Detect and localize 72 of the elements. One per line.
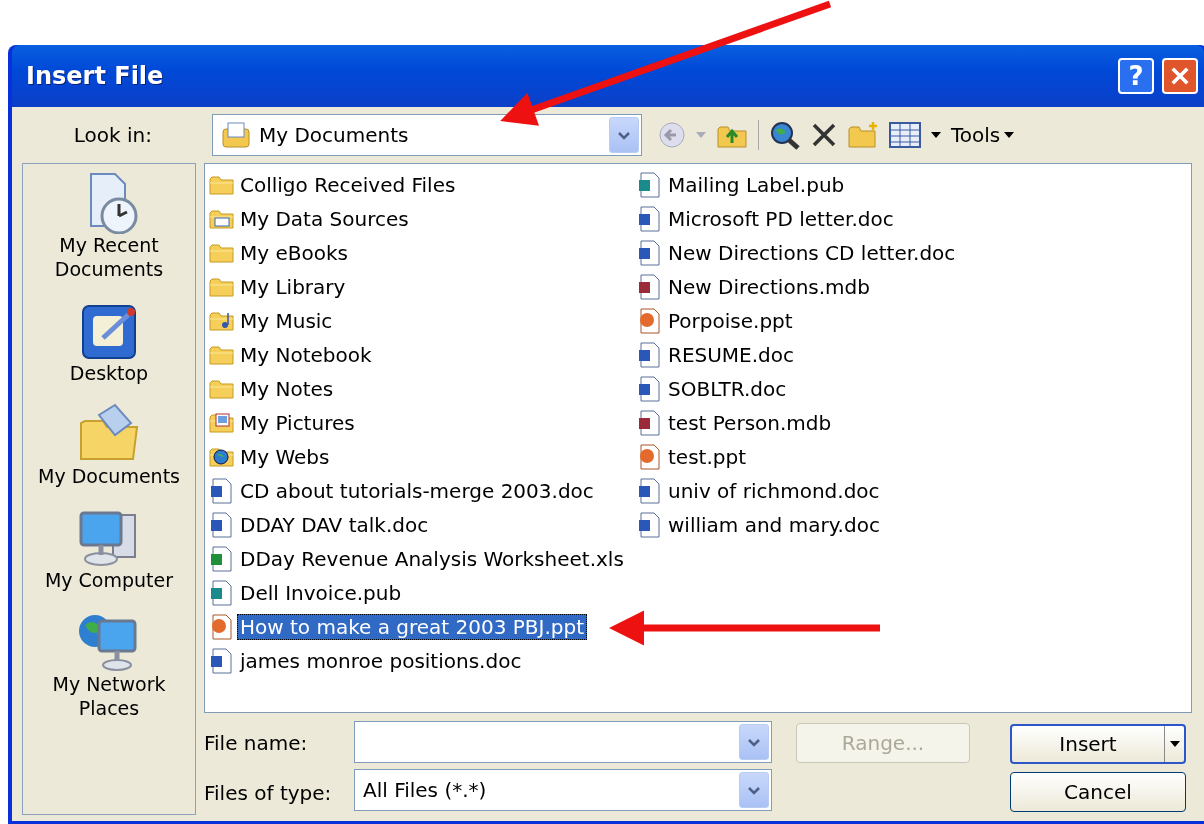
file-item[interactable]: SOBLTR.doc bbox=[637, 372, 1187, 406]
presentation-icon bbox=[209, 613, 235, 641]
close-icon bbox=[1170, 65, 1190, 87]
look-in-label: Look in: bbox=[72, 122, 152, 149]
document-icon bbox=[209, 647, 235, 675]
document-icon bbox=[637, 171, 663, 199]
document-icon bbox=[637, 375, 663, 403]
presentation-icon bbox=[637, 443, 663, 471]
look-in-dropdown[interactable]: My Documents bbox=[212, 114, 642, 156]
file-item[interactable]: My eBooks bbox=[209, 236, 637, 270]
caret-icon bbox=[1169, 741, 1180, 747]
file-item[interactable]: My Notes bbox=[209, 372, 637, 406]
caret-icon bbox=[617, 130, 631, 140]
file-item[interactable]: My Webs bbox=[209, 440, 637, 474]
dialog-button[interactable]: Cancel bbox=[1010, 772, 1186, 812]
file-item[interactable]: Dell Invoice.pub bbox=[209, 576, 637, 610]
close-button[interactable] bbox=[1162, 58, 1198, 94]
document-icon bbox=[637, 511, 663, 539]
file-item[interactable]: james monroe positions.doc bbox=[209, 644, 637, 678]
places-item[interactable]: My Recent Documents bbox=[24, 172, 194, 282]
caret-icon bbox=[747, 785, 761, 795]
spreadsheet-icon bbox=[209, 545, 235, 573]
file-item[interactable]: CD about tutorials-merge 2003.doc bbox=[209, 474, 637, 508]
file-item[interactable]: Porpoise.ppt bbox=[637, 304, 1187, 338]
caret-icon bbox=[696, 132, 706, 138]
file-item[interactable]: My Music bbox=[209, 304, 637, 338]
tools-menu[interactable]: Tools bbox=[951, 120, 1015, 150]
file-item[interactable]: DDay Revenue Analysis Worksheet.xls bbox=[209, 542, 637, 576]
file-name-field[interactable] bbox=[354, 721, 772, 763]
file-item[interactable]: My Notebook bbox=[209, 338, 637, 372]
file-item[interactable]: william and mary.doc bbox=[637, 508, 1187, 542]
file-item[interactable]: test Person.mdb bbox=[637, 406, 1187, 440]
search-icon[interactable] bbox=[769, 120, 801, 150]
file-item[interactable]: test.ppt bbox=[637, 440, 1187, 474]
dialog-button[interactable]: Insert bbox=[1010, 724, 1186, 764]
file-item[interactable]: DDAY DAV talk.doc bbox=[209, 508, 637, 542]
caret-icon bbox=[1004, 132, 1015, 138]
folder-icon bbox=[221, 121, 251, 149]
file-item[interactable]: Microsoft PD letter.doc bbox=[637, 202, 1187, 236]
document-icon bbox=[637, 477, 663, 505]
files-of-type-label: Files of type: bbox=[204, 780, 332, 807]
delete-icon[interactable] bbox=[811, 122, 837, 148]
places-item[interactable]: My Documents bbox=[24, 403, 194, 489]
file-item[interactable]: My Data Sources bbox=[209, 202, 637, 236]
document-icon bbox=[637, 205, 663, 233]
document-icon bbox=[209, 511, 235, 539]
places-item[interactable]: My Network Places bbox=[24, 610, 194, 721]
caret-icon bbox=[931, 132, 941, 138]
document-icon bbox=[637, 239, 663, 267]
caret-icon bbox=[747, 737, 761, 747]
places-item[interactable]: Desktop bbox=[24, 299, 194, 386]
file-name-label: File name: bbox=[204, 730, 308, 757]
views-icon[interactable] bbox=[889, 122, 921, 148]
database-icon bbox=[637, 273, 663, 301]
presentation-icon bbox=[637, 307, 663, 335]
file-item[interactable]: univ of richmond.doc bbox=[637, 474, 1187, 508]
database-icon bbox=[637, 409, 663, 437]
files-of-type-dropdown[interactable]: All Files (*.*) bbox=[354, 769, 772, 811]
help-button[interactable]: ? bbox=[1118, 58, 1154, 94]
file-item[interactable]: New Directions CD letter.doc bbox=[637, 236, 1187, 270]
document-icon bbox=[637, 341, 663, 369]
places-item[interactable]: My Computer bbox=[24, 507, 194, 593]
document-icon bbox=[209, 579, 235, 607]
window-title: Insert File bbox=[26, 61, 164, 92]
file-item[interactable]: New Directions.mdb bbox=[637, 270, 1187, 304]
document-icon bbox=[209, 477, 235, 505]
back-icon[interactable] bbox=[658, 121, 686, 149]
file-item[interactable]: My Pictures bbox=[209, 406, 637, 440]
file-item[interactable]: Colligo Received Files bbox=[209, 168, 637, 202]
file-item[interactable]: RESUME.doc bbox=[637, 338, 1187, 372]
file-item[interactable]: Mailing Label.pub bbox=[637, 168, 1187, 202]
file-item[interactable]: My Library bbox=[209, 270, 637, 304]
